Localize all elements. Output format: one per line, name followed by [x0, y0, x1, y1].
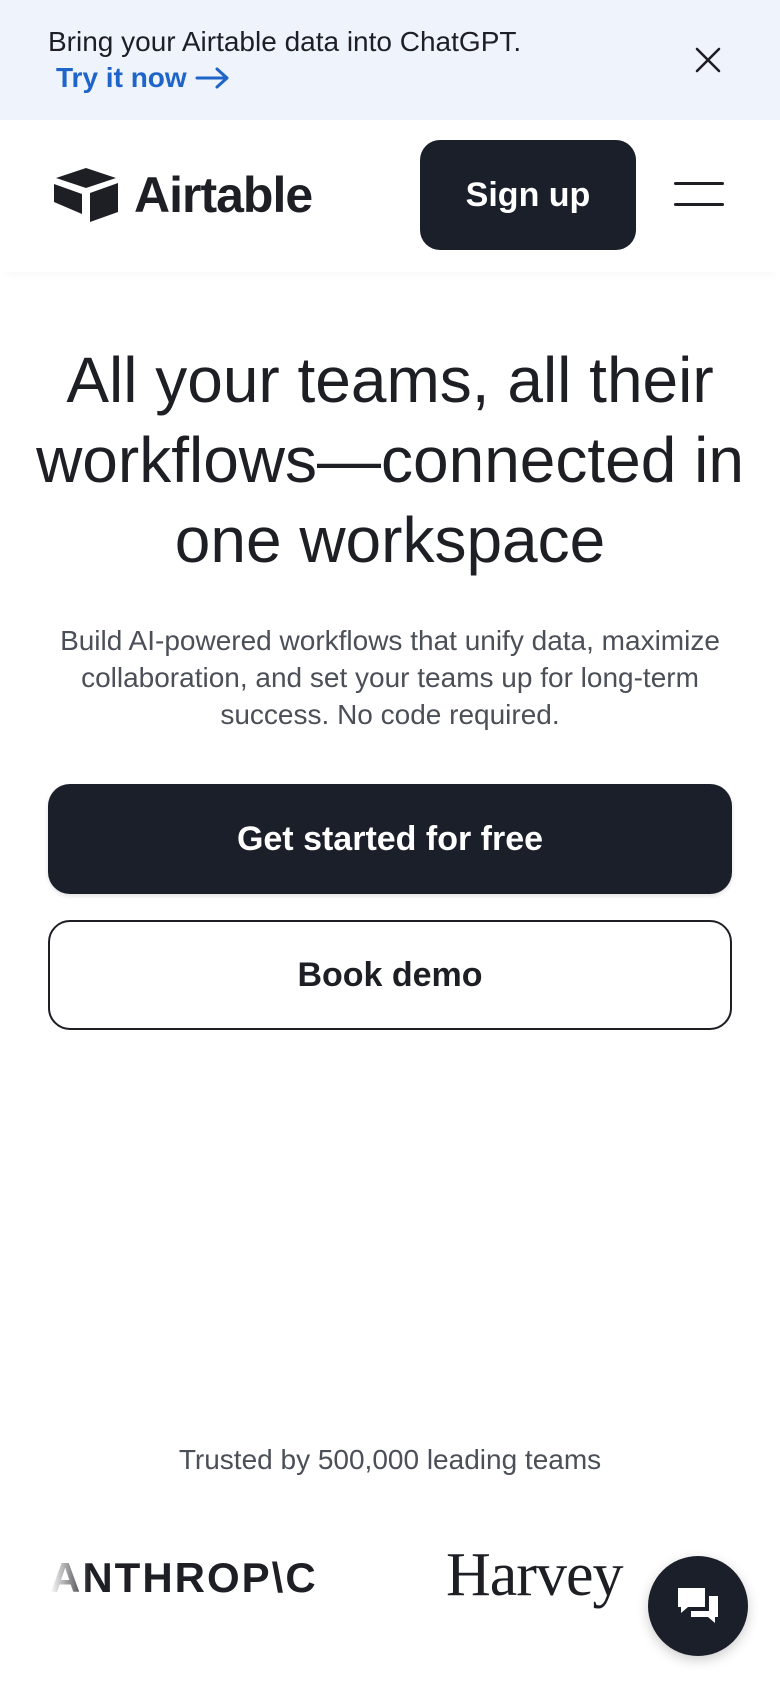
- menu-line: [674, 203, 724, 206]
- banner-close-button[interactable]: [690, 42, 726, 78]
- harvey-logo: Harvey: [446, 1541, 623, 1609]
- chat-widget-button[interactable]: [648, 1556, 748, 1656]
- close-icon: [695, 47, 721, 73]
- hamburger-menu-icon[interactable]: [672, 172, 726, 216]
- menu-line: [674, 182, 724, 185]
- site-header: Airtable Sign up: [0, 120, 780, 272]
- arrow-right-icon: [195, 67, 229, 89]
- chat-bubbles-icon: [678, 1588, 718, 1623]
- sign-up-button[interactable]: Sign up: [420, 140, 636, 250]
- hero-title: All your teams, all their workflows—conn…: [36, 344, 744, 576]
- page: Bring your Airtable data into ChatGPT. T…: [0, 0, 780, 1688]
- airtable-logo-icon: [54, 168, 118, 222]
- try-it-now-link[interactable]: Try it now: [56, 62, 231, 94]
- book-demo-button[interactable]: Book demo: [48, 920, 732, 1030]
- banner-link-label: Try it now: [56, 62, 187, 93]
- trusted-by-text: Trusted by 500,000 leading teams: [178, 1444, 602, 1475]
- airtable-logo[interactable]: Airtable: [52, 166, 313, 224]
- hero-subtitle: Build AI-powered workflows that unify da…: [60, 625, 720, 730]
- anthropic-logo: ANTHROP\C: [50, 1554, 318, 1601]
- customer-logos: ANTHROP\C Harvey: [50, 1540, 730, 1620]
- banner-text: Bring your Airtable data into ChatGPT.: [48, 26, 522, 57]
- promo-banner: Bring your Airtable data into ChatGPT. T…: [0, 0, 780, 120]
- get-started-button[interactable]: Get started for free: [48, 784, 732, 894]
- logo-wordmark: Airtable: [134, 167, 313, 223]
